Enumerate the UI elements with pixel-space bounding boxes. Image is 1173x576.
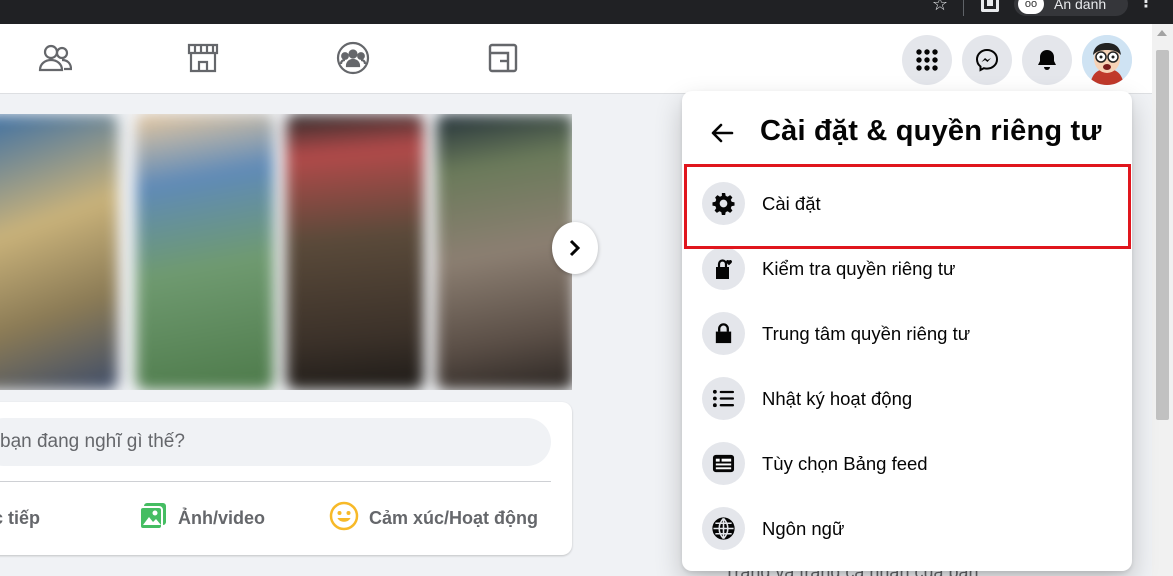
lock-heart-icon	[716, 259, 732, 279]
stories-tray	[0, 114, 572, 390]
story-card[interactable]	[0, 114, 118, 390]
menu-item-feed-preferences[interactable]: Tùy chọn Bảng feed	[694, 433, 1122, 493]
gaming-icon	[488, 43, 518, 73]
menu-item-icon-bg	[702, 312, 745, 355]
back-button[interactable]	[704, 115, 744, 151]
menu-item-label: Ngôn ngữ	[762, 518, 845, 539]
bell-icon	[1038, 50, 1056, 70]
settings-privacy-menu: Cài đặt & quyền riêng tư Cài đặt Kiểm tr…	[682, 91, 1132, 571]
grid-menu-icon	[916, 49, 938, 71]
story-card[interactable]	[136, 114, 274, 390]
live-video-label: ực tiếp	[0, 508, 41, 528]
create-post-box: ực tiếp Ảnh/video Cảm xúc/Hoạt động	[0, 402, 572, 555]
live-video-button[interactable]: ực tiếp	[0, 498, 90, 538]
stories-next-button[interactable]	[552, 222, 598, 274]
whats-on-your-mind-input[interactable]	[0, 418, 551, 466]
menu-item-language[interactable]: Ngôn ngữ	[694, 498, 1122, 558]
extensions-icon[interactable]	[981, 0, 999, 12]
feeling-activity-button[interactable]: Cảm xúc/Hoạt động	[329, 498, 559, 538]
feeling-icon	[329, 501, 359, 531]
menu-item-label: Tùy chọn Bảng feed	[762, 453, 928, 474]
menu-title: Cài đặt & quyền riêng tư	[760, 115, 1102, 147]
feed-icon	[712, 454, 735, 473]
groups-icon	[336, 41, 370, 75]
nav-tab-gaming[interactable]	[448, 24, 558, 94]
marketplace-icon	[187, 43, 219, 73]
menu-item-icon-bg	[702, 442, 745, 485]
list-icon	[712, 389, 735, 408]
menu-item-label: Kiểm tra quyền riêng tư	[762, 258, 956, 279]
browser-toolbar: ☆ oo Ẩn danh ⋮	[0, 0, 1173, 24]
menu-item-privacy-center[interactable]: Trung tâm quyền riêng tư	[694, 303, 1122, 363]
profile-avatar[interactable]	[1082, 35, 1132, 85]
menu-item-icon-bg	[702, 182, 745, 225]
menu-item-settings[interactable]: Cài đặt	[694, 173, 1122, 233]
menu-item-icon-bg	[702, 247, 745, 290]
nav-tab-groups[interactable]	[298, 24, 408, 94]
toolbar-divider	[963, 0, 964, 16]
menu-item-label: Cài đặt	[762, 193, 821, 214]
messenger-button[interactable]	[962, 35, 1012, 85]
avatar-icon	[1082, 35, 1132, 85]
nav-tab-friends[interactable]	[0, 24, 110, 94]
messenger-icon	[975, 48, 999, 72]
browser-menu-icon[interactable]: ⋮	[1138, 0, 1154, 12]
menu-button[interactable]	[902, 35, 952, 85]
menu-item-icon-bg	[702, 377, 745, 420]
menu-item-label: Nhật ký hoạt động	[762, 388, 913, 409]
photo-video-label: Ảnh/video	[178, 508, 266, 528]
incognito-profile-button[interactable]: oo Ẩn danh	[1014, 0, 1128, 16]
page-scrollbar[interactable]	[1152, 24, 1173, 576]
gear-icon	[712, 192, 735, 215]
notifications-button[interactable]	[1022, 35, 1072, 85]
globe-icon	[712, 517, 735, 540]
story-card[interactable]	[286, 114, 424, 390]
photo-video-icon	[139, 503, 166, 530]
scroll-up-arrow-icon[interactable]	[1157, 30, 1167, 36]
menu-item-label: Trung tâm quyền riêng tư	[762, 323, 971, 344]
photo-video-button[interactable]: Ảnh/video	[138, 498, 288, 538]
chevron-right-icon	[569, 239, 581, 257]
composer-divider	[0, 481, 551, 482]
lock-icon	[715, 323, 732, 344]
feeling-activity-label: Cảm xúc/Hoạt động	[369, 508, 539, 528]
nav-tab-marketplace[interactable]	[148, 24, 258, 94]
menu-item-icon-bg	[702, 507, 745, 550]
friends-icon	[38, 44, 72, 72]
incognito-icon: oo	[1018, 0, 1044, 14]
arrow-left-icon	[711, 123, 734, 143]
menu-item-privacy-checkup[interactable]: Kiểm tra quyền riêng tư	[694, 238, 1122, 298]
profile-name: Ẩn danh	[1054, 0, 1107, 12]
menu-item-activity-log[interactable]: Nhật ký hoạt động	[694, 368, 1122, 428]
scroll-thumb[interactable]	[1156, 50, 1169, 420]
bookmark-star-icon[interactable]: ☆	[928, 0, 952, 16]
top-navigation-bar	[0, 24, 1152, 94]
